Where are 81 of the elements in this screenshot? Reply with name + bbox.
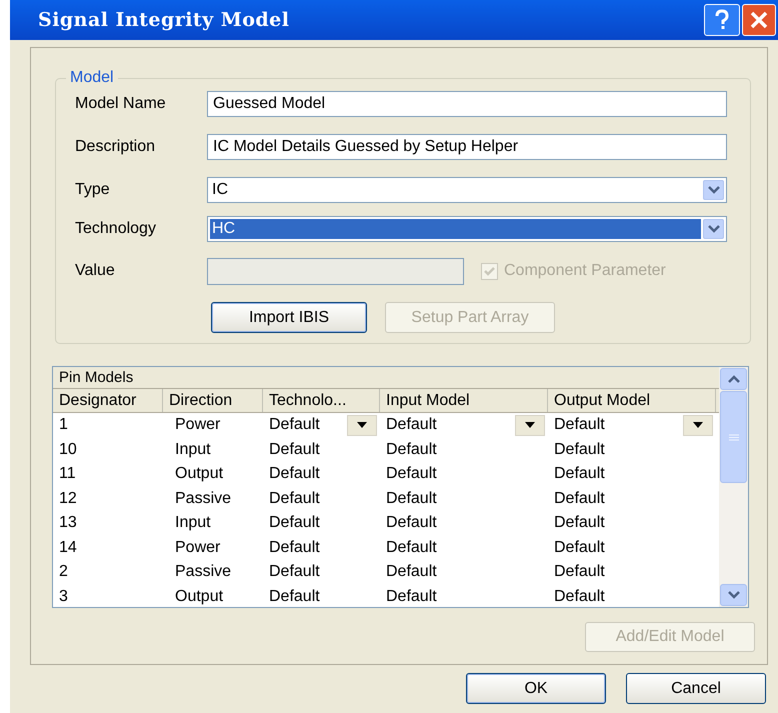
table-cell-text: Power	[175, 415, 220, 436]
scroll-up-button[interactable]	[720, 368, 747, 390]
table-cell-text: Default	[269, 562, 320, 582]
table-cell-text: Default	[554, 440, 605, 460]
table-cell-text: Default	[386, 440, 437, 460]
ok-button[interactable]: OK	[466, 673, 606, 704]
table-cell-text: Default	[386, 488, 437, 509]
caret-icon	[525, 422, 535, 428]
table-cell-text: 13	[59, 513, 77, 534]
table-cell-text: Power	[175, 538, 220, 558]
table-cell-text: Default	[269, 464, 320, 484]
table-cell-text: Output	[175, 464, 224, 484]
table-cell-text: Input	[175, 440, 211, 460]
table-cell-text: Default	[386, 538, 437, 558]
table-cell-text: Default	[386, 464, 437, 484]
table-cell-text: Default	[386, 586, 437, 607]
scroll-thumb[interactable]	[720, 391, 747, 483]
table-cell-text: Default	[269, 513, 320, 534]
table-cell-text: Default	[554, 586, 605, 607]
table-cell-text: Default	[269, 586, 320, 607]
text-field[interactable]: IC Model Details Guessed by Setup Helper	[207, 134, 727, 160]
help-icon	[714, 9, 730, 31]
field-label: Technology	[75, 219, 157, 239]
table-cell-text: 2	[59, 562, 68, 582]
field-label: Description	[75, 137, 156, 157]
grip-icon	[728, 434, 738, 440]
dropdown-button[interactable]	[347, 414, 377, 436]
table-cell-text: 14	[59, 538, 77, 558]
close-icon	[750, 11, 768, 29]
field-label: Type	[75, 180, 111, 200]
table-cell-text: 1	[59, 415, 68, 436]
window-title: Signal Integrity Model	[38, 8, 290, 33]
table-cell-text: Default	[269, 440, 320, 460]
table-cell-text: Default	[269, 538, 320, 558]
chevron-down-icon	[728, 591, 740, 599]
checkbox-label: Component Parameter	[504, 261, 666, 281]
vertical-scrollbar[interactable]	[719, 367, 748, 607]
table-cell-text: Default	[554, 488, 605, 509]
dropdown-cell[interactable]: Default	[269, 413, 377, 438]
caret-icon	[693, 422, 703, 428]
column-header[interactable]: Input Model	[380, 389, 548, 412]
table-cell-text: Default	[269, 488, 320, 509]
table-cell-text: Default	[554, 562, 605, 582]
check-icon	[484, 266, 495, 276]
table-cell-text: Output	[175, 586, 224, 607]
table-cell-text: Default	[554, 464, 605, 484]
table-cell-text: 12	[59, 488, 77, 509]
cancel-button[interactable]: Cancel	[626, 673, 766, 704]
scroll-down-button[interactable]	[720, 584, 747, 606]
table-cell-text: 3	[59, 586, 68, 607]
group-label: Model	[69, 68, 115, 88]
table-cell-text: Default	[554, 513, 605, 534]
field-label: Model Name	[75, 94, 167, 114]
chevron-down-icon	[708, 186, 720, 194]
field-label: Value	[75, 261, 116, 281]
text-field[interactable]: Guessed Model	[207, 91, 727, 117]
column-header[interactable]: Technolo...	[263, 389, 380, 412]
dropdown-cell[interactable]: Default	[554, 413, 713, 438]
column-header[interactable]: Designator	[53, 389, 163, 412]
table-cell-text: 11	[59, 464, 76, 484]
table-cell-text: Input	[175, 513, 211, 534]
chevron-up-icon	[728, 375, 740, 383]
table-cell-text: Passive	[175, 488, 232, 509]
table-cell-text: Default	[386, 513, 437, 534]
close-button[interactable]	[742, 4, 776, 36]
table-cell-text: Default	[386, 562, 437, 582]
grid-title: Pin Models	[53, 367, 719, 389]
dropdown-button[interactable]	[683, 414, 713, 436]
dropdown-cell[interactable]: Default	[386, 413, 545, 438]
column-header[interactable]: Direction	[163, 389, 263, 412]
table-cell-text: Passive	[175, 562, 232, 582]
help-button[interactable]	[704, 4, 740, 36]
table-cell-text: Default	[554, 538, 605, 558]
dropdown-button[interactable]	[515, 414, 545, 436]
caret-icon	[357, 422, 367, 428]
chevron-down-icon	[708, 225, 720, 233]
table-cell-text: 10	[59, 440, 77, 460]
column-header[interactable]: Output Model	[548, 389, 716, 412]
dropdown[interactable]: IC	[207, 177, 727, 203]
import-button[interactable]: Import IBIS	[211, 302, 367, 333]
dropdown[interactable]: HC	[207, 216, 727, 242]
